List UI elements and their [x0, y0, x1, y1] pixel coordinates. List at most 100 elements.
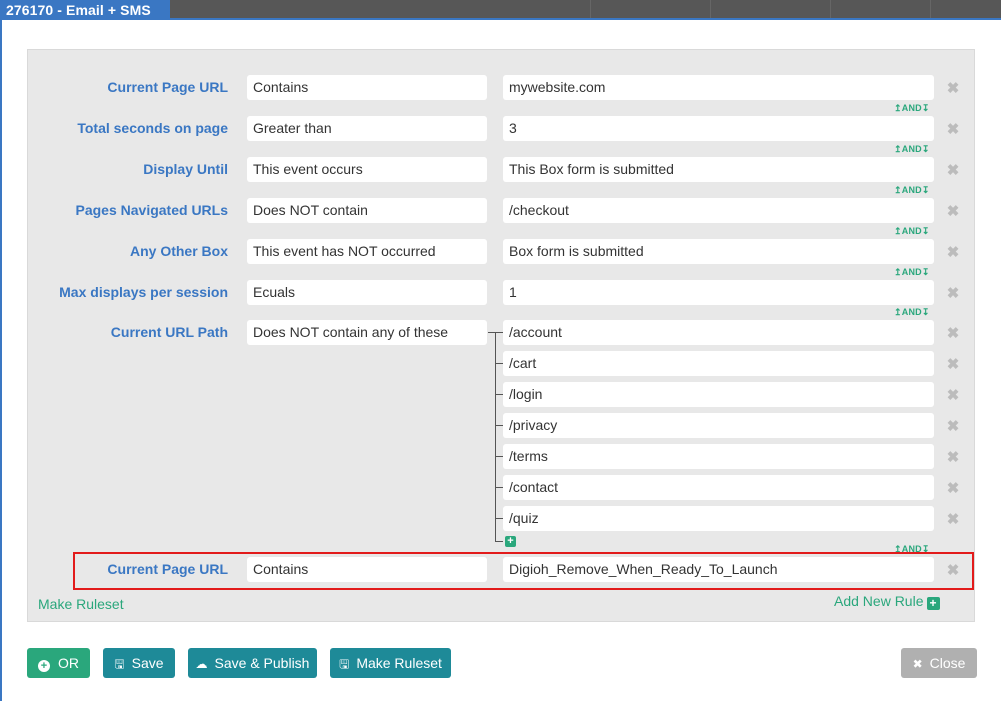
- add-new-rule-link[interactable]: Add New Rule +: [834, 593, 940, 610]
- and-arrows-icon: ↧: [921, 226, 930, 236]
- make-ruleset-button-label: Make Ruleset: [356, 655, 442, 671]
- tree-connector: [495, 425, 503, 426]
- or-button-label: OR: [58, 655, 79, 671]
- make-ruleset-link[interactable]: Make Ruleset: [38, 596, 124, 612]
- or-button[interactable]: + OR: [27, 648, 90, 678]
- top-bar-divider: [590, 0, 591, 18]
- close-icon[interactable]: ✖: [946, 357, 960, 372]
- plus-icon: +: [926, 597, 940, 610]
- top-bar-divider: [830, 0, 831, 18]
- rule-value-input[interactable]: /checkout: [503, 198, 934, 223]
- rule-label: Current Page URL: [107, 79, 228, 95]
- save-publish-button[interactable]: ☁ Save & Publish: [188, 648, 317, 678]
- and-arrows-icon: ↥: [894, 267, 902, 277]
- rule-value-list-item[interactable]: /contact: [503, 475, 934, 500]
- close-icon[interactable]: ✖: [946, 326, 960, 341]
- close-icon[interactable]: ✖: [946, 245, 960, 260]
- rule-label: Pages Navigated URLs: [75, 202, 229, 218]
- make-ruleset-button[interactable]: 🖫 Make Ruleset: [330, 648, 451, 678]
- rule-operator-select[interactable]: This event occurs: [247, 157, 487, 182]
- tree-connector: [495, 541, 503, 542]
- and-connector-button[interactable]: ↥AND↧: [894, 307, 930, 318]
- rule-label: Any Other Box: [129, 243, 228, 259]
- rule-value-list-item[interactable]: /quiz: [503, 506, 934, 531]
- and-connector-label: AND: [901, 226, 922, 236]
- tree-connector: [495, 487, 503, 488]
- and-connector-label: AND: [901, 103, 922, 113]
- and-connector-button[interactable]: ↥AND↧: [894, 144, 930, 155]
- floppy-icon: 🖫: [339, 657, 350, 671]
- and-arrows-icon: ↧: [921, 185, 930, 195]
- and-connector-button[interactable]: ↥AND↧: [894, 267, 930, 278]
- tree-connector: [495, 394, 503, 395]
- and-connector-label: AND: [901, 185, 922, 195]
- close-icon[interactable]: ✖: [946, 512, 960, 527]
- and-connector-label: AND: [901, 267, 922, 277]
- rule-label: Total seconds on page: [77, 120, 228, 136]
- add-new-rule-label: Add New Rule: [834, 593, 924, 609]
- top-bar-divider: [710, 0, 711, 18]
- and-arrows-icon: ↥: [894, 185, 902, 195]
- cloud-upload-icon: ☁: [195, 657, 208, 671]
- rule-value-input[interactable]: 3: [503, 116, 934, 141]
- and-arrows-icon: ↧: [921, 103, 930, 113]
- and-arrows-icon: ↥: [894, 144, 902, 154]
- tree-connector: [495, 518, 503, 519]
- and-arrows-icon: ↧: [921, 267, 930, 277]
- tree-connector: [495, 363, 503, 364]
- rule-operator-select[interactable]: Greater than: [247, 116, 487, 141]
- floppy-icon: 🖫: [114, 657, 125, 671]
- close-icon[interactable]: ✖: [946, 450, 960, 465]
- rule-value-list-item[interactable]: /account: [503, 320, 934, 345]
- rule-label: Current URL Path: [110, 324, 228, 340]
- rule-label: Current Page URL: [107, 561, 228, 577]
- and-arrows-icon: ↥: [894, 103, 902, 113]
- rule-value-list-item[interactable]: /cart: [503, 351, 934, 376]
- close-icon[interactable]: ✖: [946, 481, 960, 496]
- rule-label: Max displays per session: [59, 284, 228, 300]
- rule-value-list-item[interactable]: /terms: [503, 444, 934, 469]
- and-connector-label: AND: [901, 307, 922, 317]
- close-icon[interactable]: ✖: [946, 419, 960, 434]
- and-connector-label: AND: [901, 144, 922, 154]
- close-button-label: Close: [929, 655, 966, 671]
- and-arrows-icon: ↧: [921, 307, 930, 317]
- add-value-button[interactable]: +: [505, 536, 516, 547]
- close-icon[interactable]: ✖: [946, 81, 960, 96]
- close-button[interactable]: ✖ Close: [901, 648, 977, 678]
- and-arrows-icon: ↥: [894, 226, 902, 236]
- rule-operator-select[interactable]: Contains: [247, 557, 487, 582]
- rule-value-input[interactable]: mywebsite.com: [503, 75, 934, 100]
- save-button[interactable]: 🖫 Save: [103, 648, 175, 678]
- rule-operator-select[interactable]: Does NOT contain: [247, 198, 487, 223]
- close-icon[interactable]: ✖: [946, 204, 960, 219]
- save-button-label: Save: [131, 655, 164, 671]
- rule-label: Display Until: [143, 161, 228, 177]
- top-bar-divider: [930, 0, 931, 18]
- and-arrows-icon: ↥: [894, 307, 902, 317]
- close-icon[interactable]: ✖: [946, 388, 960, 403]
- rule-operator-select[interactable]: Does NOT contain any of these: [247, 320, 487, 345]
- rule-value-list-item[interactable]: /login: [503, 382, 934, 407]
- rule-operator-select[interactable]: This event has NOT occurred: [247, 239, 487, 264]
- tree-connector: [495, 456, 503, 457]
- and-connector-button[interactable]: ↥AND↧: [894, 226, 930, 237]
- rule-operator-select[interactable]: Ecuals: [247, 280, 487, 305]
- rule-value-input[interactable]: This Box form is submitted: [503, 157, 934, 182]
- rule-value-input[interactable]: Box form is submitted: [503, 239, 934, 264]
- close-icon[interactable]: ✖: [946, 286, 960, 301]
- close-icon[interactable]: ✖: [946, 563, 960, 578]
- close-icon[interactable]: ✖: [946, 163, 960, 178]
- plus-icon: +: [507, 535, 514, 547]
- close-icon: ✖: [912, 657, 923, 671]
- rule-value-input[interactable]: 1: [503, 280, 934, 305]
- window-title: 276170 - Email + SMS: [0, 0, 170, 20]
- close-icon[interactable]: ✖: [946, 122, 960, 137]
- and-connector-button[interactable]: ↥AND↧: [894, 103, 930, 114]
- save-publish-button-label: Save & Publish: [214, 655, 310, 671]
- plus-icon: +: [38, 660, 50, 672]
- rule-operator-select[interactable]: Contains: [247, 75, 487, 100]
- and-connector-button[interactable]: ↥AND↧: [894, 185, 930, 196]
- rule-value-input[interactable]: Digioh_Remove_When_Ready_To_Launch: [503, 557, 934, 582]
- rule-value-list-item[interactable]: /privacy: [503, 413, 934, 438]
